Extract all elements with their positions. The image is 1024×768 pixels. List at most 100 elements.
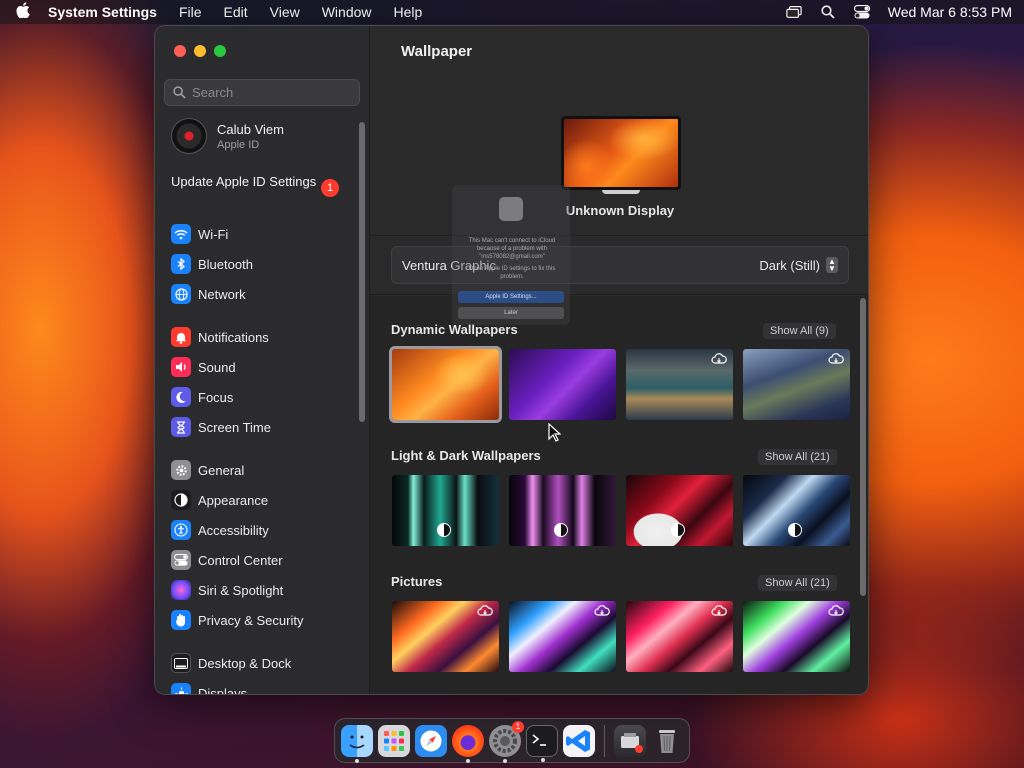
sidebar-list: Calub Viem Apple ID Update Apple ID Sett… — [155, 114, 370, 695]
menu-view[interactable]: View — [270, 4, 300, 20]
sidebar-item-screen-time[interactable]: Screen Time — [171, 415, 271, 439]
main-scrollbar[interactable] — [860, 298, 866, 596]
later-button[interactable]: Later — [458, 307, 564, 319]
sidebar-item-label: Privacy & Security — [198, 612, 304, 628]
safari-icon[interactable] — [415, 724, 447, 757]
downloads-stack-icon[interactable] — [614, 724, 646, 757]
wallpaper-thumb-ventura[interactable] — [389, 346, 502, 423]
dock-icon — [171, 653, 191, 673]
sidebar-item-sound[interactable]: Sound — [171, 355, 236, 379]
sidebar-item-appearance[interactable]: Appearance — [171, 488, 268, 512]
divider — [370, 235, 868, 236]
wallpaper-thumb-picture-4[interactable] — [743, 601, 850, 672]
running-indicator — [541, 757, 545, 762]
apple-id-settings-button[interactable]: Apple ID Settings... — [458, 291, 564, 303]
appearance-mode-select[interactable]: Dark (Still) ▲ ▼ — [759, 257, 838, 273]
dock-separator — [604, 724, 605, 757]
hourglass-icon — [171, 417, 191, 437]
light-dark-mode-icon — [788, 523, 802, 537]
close-window-button[interactable] — [174, 45, 186, 57]
sidebar-item-network[interactable]: Network — [171, 282, 246, 306]
menu-bar: System Settings File Edit View Window He… — [0, 0, 1024, 24]
sidebar-item-label: Network — [198, 286, 246, 302]
sidebar-item-privacy-security[interactable]: Privacy & Security — [171, 608, 303, 632]
search-input[interactable] — [192, 85, 352, 100]
spotlight-search-icon[interactable] — [820, 5, 836, 19]
wallpaper-thumb-picture-3[interactable] — [626, 601, 733, 672]
menu-edit[interactable]: Edit — [224, 4, 248, 20]
menu-app-name[interactable]: System Settings — [48, 4, 157, 20]
sidebar-item-desktop-dock[interactable]: Desktop & Dock — [171, 651, 291, 675]
sidebar-item-focus[interactable]: Focus — [171, 385, 233, 409]
apple-id-profile[interactable]: Calub Viem Apple ID — [171, 118, 284, 154]
icloud-alert-dialog: This Mac can't connect to iCloud because… — [452, 185, 570, 325]
sidebar: Calub Viem Apple ID Update Apple ID Sett… — [155, 26, 370, 694]
toggles-icon — [171, 550, 191, 570]
bell-icon — [171, 327, 191, 347]
dialog-hint: Open Apple ID settings to fix this probl… — [468, 266, 556, 280]
search-icon — [173, 86, 186, 99]
wallpaper-thumb-imac-green[interactable] — [392, 475, 499, 546]
appearance-icon — [171, 490, 191, 510]
update-apple-id-item[interactable]: Update Apple ID Settings — [171, 174, 341, 190]
sidebar-item-general[interactable]: General — [171, 458, 244, 482]
screen-mirroring-icon[interactable] — [786, 5, 802, 19]
wallpaper-thumb-monterey[interactable] — [509, 349, 616, 420]
sidebar-item-label: Accessibility — [198, 522, 269, 538]
finder-icon[interactable] — [341, 724, 373, 763]
cloud-download-icon[interactable] — [711, 605, 727, 617]
wallpaper-thumb-picture-1[interactable] — [392, 601, 499, 672]
sidebar-item-control-center[interactable]: Control Center — [171, 548, 283, 572]
running-indicator — [503, 758, 507, 763]
trash-icon[interactable] — [651, 725, 683, 757]
wallpaper-thumb-imac-purple[interactable] — [509, 475, 616, 546]
show-all-dynamic-button[interactable]: Show All (9) — [763, 323, 836, 339]
cloud-download-icon[interactable] — [477, 605, 493, 617]
sidebar-item-notifications[interactable]: Notifications — [171, 325, 269, 349]
menu-file[interactable]: File — [179, 4, 202, 20]
firefox-icon[interactable] — [452, 724, 484, 763]
menu-help[interactable]: Help — [394, 4, 423, 20]
sidebar-item-label: Bluetooth — [198, 256, 253, 272]
show-all-pictures-button[interactable]: Show All (21) — [758, 575, 837, 591]
sidebar-item-label: Displays — [198, 685, 248, 695]
apple-menu-icon[interactable] — [12, 2, 34, 22]
wallpaper-thumb-red-swirl[interactable] — [626, 475, 733, 546]
sidebar-scrollbar[interactable] — [359, 122, 365, 422]
sidebar-item-bluetooth[interactable]: Bluetooth — [171, 252, 253, 276]
wallpaper-thumb-catalina[interactable] — [743, 349, 850, 420]
sidebar-item-displays[interactable]: Displays — [171, 681, 248, 695]
wifi-icon — [171, 224, 191, 244]
cloud-download-icon[interactable] — [594, 605, 610, 617]
zoom-window-button[interactable] — [214, 45, 226, 57]
cloud-download-icon[interactable] — [828, 353, 844, 365]
sidebar-item-label: Notifications — [198, 329, 269, 345]
cloud-download-icon[interactable] — [828, 605, 844, 617]
wallpaper-gallery: Dynamic Wallpapers Show All (9) Light & … — [370, 296, 868, 694]
minimize-window-button[interactable] — [194, 45, 206, 57]
sidebar-item-wifi[interactable]: Wi-Fi — [171, 222, 228, 246]
wallpaper-thumb-big-sur-coast[interactable] — [626, 349, 733, 420]
wallpaper-thumb-picture-2[interactable] — [509, 601, 616, 672]
dialog-message: This Mac can't connect to iCloud because… — [468, 238, 556, 260]
launchpad-icon[interactable] — [378, 724, 410, 757]
running-indicator — [355, 758, 359, 763]
hand-icon — [171, 610, 191, 630]
sidebar-item-accessibility[interactable]: Accessibility — [171, 518, 269, 542]
sidebar-item-siri-spotlight[interactable]: Siri & Spotlight — [171, 578, 283, 602]
sidebar-search[interactable] — [164, 79, 360, 106]
bluetooth-icon — [171, 254, 191, 274]
menu-clock[interactable]: Wed Mar 6 8:53 PM — [888, 4, 1012, 20]
cloud-download-icon[interactable] — [711, 353, 727, 365]
profile-subtitle: Apple ID — [217, 138, 260, 151]
terminal-icon[interactable] — [526, 724, 558, 762]
sidebar-item-label: Sound — [198, 359, 236, 375]
system-settings-icon[interactable]: 1 — [489, 720, 524, 763]
menu-window[interactable]: Window — [322, 4, 372, 20]
light-dark-mode-icon — [437, 523, 451, 537]
vscode-icon[interactable] — [563, 724, 595, 757]
sidebar-item-label: Desktop & Dock — [198, 655, 292, 671]
control-center-icon[interactable] — [853, 5, 870, 19]
show-all-light-dark-button[interactable]: Show All (21) — [758, 449, 837, 465]
wallpaper-thumb-blue-swirl[interactable] — [743, 475, 850, 546]
